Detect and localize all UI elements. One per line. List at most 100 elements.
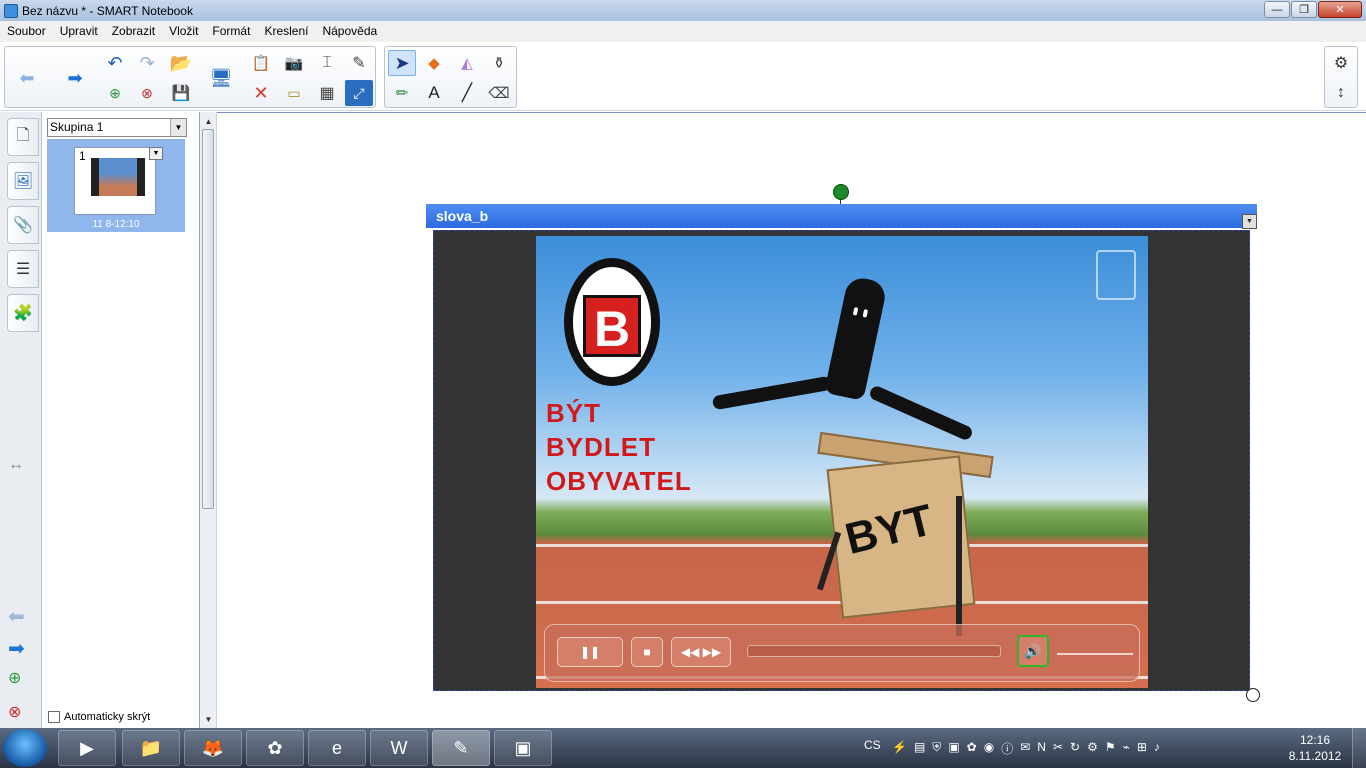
show-desktop-button[interactable] — [1352, 728, 1366, 768]
sidebar-add-page-button[interactable]: ⊕ — [8, 668, 21, 688]
delete-page-button[interactable]: ⊗ — [133, 80, 161, 106]
video-player-frame[interactable]: B BÝT BYDLET OBYVATEL BYT ❚❚ ■ ◀◀ ▶▶ 🔊 — [433, 230, 1250, 691]
menu-kresleni[interactable]: Kreslení — [257, 21, 315, 42]
scroll-up-icon[interactable]: ▲ — [200, 113, 217, 129]
tab-attachments[interactable]: 📎 — [7, 206, 39, 244]
tray-sync-icon[interactable]: ◉ — [984, 740, 994, 757]
clock[interactable]: 12:16 8.11.2012 — [1284, 732, 1346, 764]
delete-button[interactable]: ✕ — [247, 80, 275, 106]
video-object[interactable]: slova_b ▼ B BÝT BYDLET OBYVATEL BYT ❚❚ ■… — [426, 204, 1257, 692]
show-hide-shade-button[interactable]: ▭ — [280, 80, 308, 106]
next-page-button[interactable]: ➡ — [61, 65, 89, 91]
tray-device-icon[interactable]: ▤ — [914, 740, 925, 757]
autohide-checkbox[interactable] — [48, 711, 60, 723]
taskbar-media-player[interactable]: ▶ — [58, 730, 116, 766]
move-toolbar-button[interactable]: ↕ — [1327, 80, 1355, 106]
screen-capture-button[interactable]: 📷 — [280, 50, 308, 76]
scroll-down-icon[interactable]: ▼ — [200, 711, 217, 727]
menu-napoveda[interactable]: Nápověda — [315, 21, 384, 42]
word-byt-long: BÝT — [546, 398, 601, 428]
paste-button[interactable]: 📋 — [247, 50, 275, 76]
tray-network-icon[interactable]: ⚡ — [892, 740, 907, 757]
display-screen-button[interactable]: 🖥 — [207, 65, 235, 91]
taskbar-app[interactable]: ▣ — [494, 730, 552, 766]
group-dropdown[interactable]: Skupina 1 ▼ — [47, 118, 187, 137]
page-thumbnail-item[interactable]: 1 ▼ 11 8-12:10 — [47, 139, 185, 232]
line-tool-button[interactable]: ╱ — [453, 80, 481, 106]
sorter-scrollbar[interactable]: ▲ ▼ — [200, 112, 217, 728]
handwriting-recognition-button[interactable]: ✎ — [345, 50, 373, 76]
sidebar-previous-page-button[interactable]: ⬅ — [8, 604, 25, 629]
tray-volume-icon[interactable]: ♪ — [1154, 740, 1160, 757]
screen-shade-button[interactable]: ⌶ — [313, 50, 341, 76]
rotate-handle[interactable] — [833, 184, 849, 200]
tray-update-icon[interactable]: ↻ — [1070, 740, 1080, 757]
menu-upravit[interactable]: Upravit — [53, 21, 105, 42]
add-page-button[interactable]: ⊕ — [101, 80, 129, 106]
tray-mail-icon[interactable]: ✉ — [1020, 740, 1030, 757]
minimize-button[interactable]: — — [1264, 1, 1290, 18]
volume-slider[interactable] — [1057, 647, 1133, 655]
volume-button[interactable]: 🔊 — [1017, 635, 1049, 667]
taskbar-explorer[interactable]: 📁 — [122, 730, 180, 766]
close-button[interactable]: ✕ — [1318, 1, 1362, 18]
settings-button[interactable]: ⚙ — [1327, 50, 1355, 76]
redo-button[interactable]: ↷ — [133, 50, 161, 76]
page-menu-button[interactable]: ▼ — [149, 147, 163, 160]
open-file-button[interactable]: 📂 — [167, 50, 195, 76]
taskbar-smart-notebook[interactable]: ✎ — [432, 730, 490, 766]
text-tool-button[interactable]: A — [420, 80, 448, 106]
sidebar-next-page-button[interactable]: ➡ — [8, 636, 25, 661]
undo-button[interactable]: ↶ — [101, 50, 129, 76]
tray-tools-icon[interactable]: ✂ — [1053, 740, 1063, 757]
sidebar-delete-page-button[interactable]: ⊗ — [8, 702, 21, 722]
maximize-button[interactable]: ❐ — [1291, 1, 1317, 18]
taskbar-firefox[interactable]: 🦊 — [184, 730, 242, 766]
resize-sidebar-handle[interactable]: ↔ — [8, 456, 24, 474]
select-tool-button[interactable]: ➤ — [388, 50, 416, 76]
pens-tool-button[interactable]: ✏ — [388, 80, 416, 106]
eraser-tool-button[interactable]: ◭ — [453, 50, 481, 76]
tray-n-icon[interactable]: N — [1037, 740, 1046, 757]
scrollbar-thumb[interactable] — [202, 129, 214, 509]
pause-button[interactable]: ❚❚ — [557, 637, 623, 667]
tray-network-status-icon[interactable]: ⊞ — [1137, 740, 1147, 757]
shapes-icon: ◆ — [428, 55, 440, 72]
tab-addons[interactable]: 🧩 — [7, 294, 39, 332]
video-object-menu-button[interactable]: ▼ — [1242, 214, 1257, 229]
tab-page-sorter[interactable]: 🗋 — [7, 118, 39, 156]
insert-table-button[interactable]: ▦ — [313, 80, 341, 106]
magic-pen-button[interactable]: ⌫ — [485, 80, 513, 106]
tray-monitor-icon[interactable]: ▣ — [948, 740, 959, 757]
start-button[interactable] — [3, 729, 47, 767]
tray-info-icon[interactable]: ⓘ — [1001, 740, 1013, 757]
tray-flag-icon[interactable]: ⚑ — [1105, 740, 1116, 757]
taskbar-icq[interactable]: ✿ — [246, 730, 304, 766]
taskbar-internet-explorer[interactable]: e — [308, 730, 366, 766]
menu-format[interactable]: Formát — [205, 21, 257, 42]
taskbar-word[interactable]: W — [370, 730, 428, 766]
full-screen-button[interactable]: ⤢ — [345, 80, 373, 106]
video-title-bar[interactable]: slova_b — [426, 204, 1257, 228]
stop-button[interactable]: ■ — [631, 637, 663, 667]
notebook-canvas[interactable]: slova_b ▼ B BÝT BYDLET OBYVATEL BYT ❚❚ ■… — [217, 112, 1366, 728]
autohide-option[interactable]: Automaticky skrýt — [48, 711, 150, 723]
menu-zobrazit[interactable]: Zobrazit — [105, 21, 162, 42]
shapes-tool-button[interactable]: ◆ — [420, 50, 448, 76]
tray-icq-icon[interactable]: ✿ — [967, 740, 977, 757]
tray-gear-icon[interactable]: ⚙ — [1087, 740, 1098, 757]
previous-page-button[interactable]: ⬅ — [13, 65, 41, 91]
tray-shield-icon[interactable]: ⛨ — [932, 740, 941, 757]
save-button[interactable]: 💾 — [167, 80, 195, 106]
tab-gallery[interactable]: 🖼 — [7, 162, 39, 200]
seek-buttons[interactable]: ◀◀ ▶▶ — [671, 637, 731, 667]
page-thumbnail[interactable]: 1 ▼ — [74, 147, 163, 215]
menu-soubor[interactable]: Soubor — [0, 21, 53, 42]
resize-handle[interactable] — [1246, 688, 1260, 702]
tab-properties[interactable]: ☰ — [7, 250, 39, 288]
fill-tool-button[interactable]: ⚱ — [485, 50, 513, 76]
language-indicator[interactable]: CS — [864, 738, 881, 752]
tray-usb-icon[interactable]: ⌁ — [1123, 740, 1130, 757]
menu-vlozit[interactable]: Vložit — [162, 21, 205, 42]
seek-bar[interactable] — [747, 645, 1001, 657]
